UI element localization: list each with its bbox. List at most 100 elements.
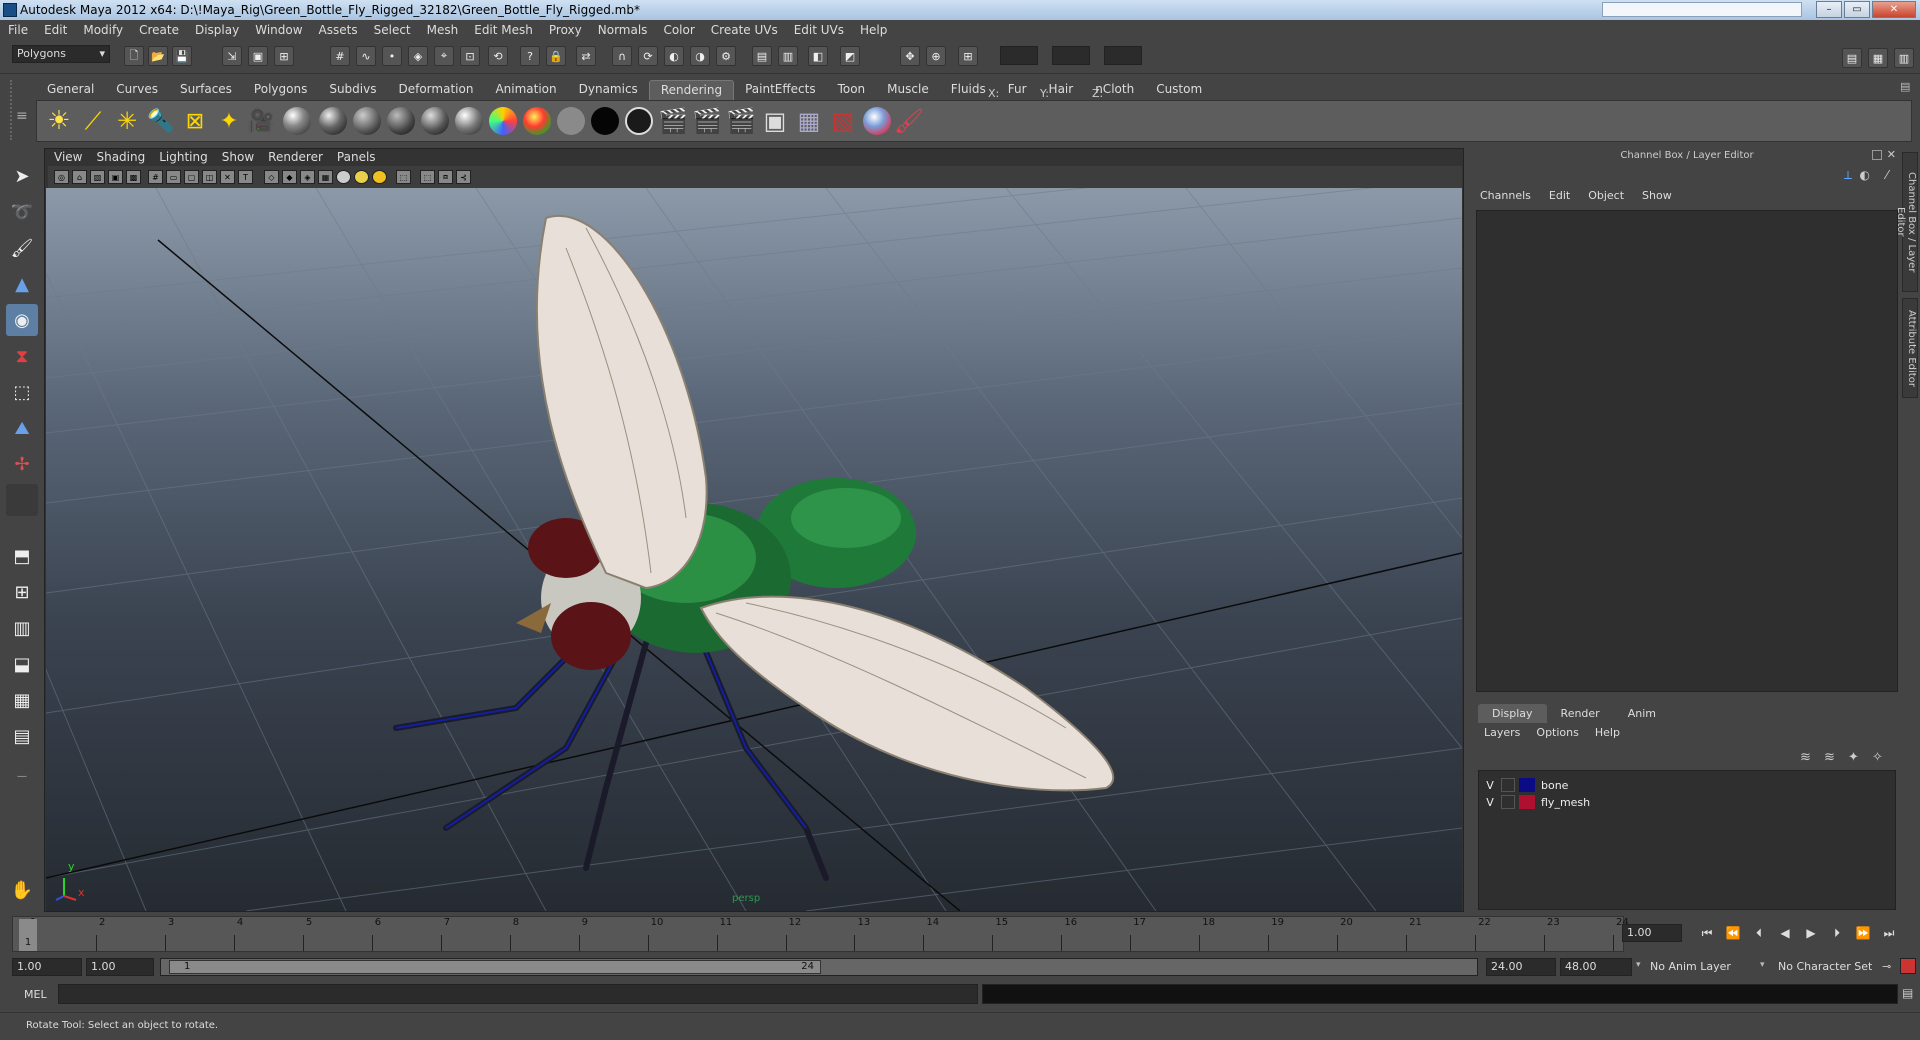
outliner-persp-layout-icon[interactable]: ▥	[6, 612, 38, 644]
last-tool-icon[interactable]	[6, 484, 38, 516]
spot-light-icon[interactable]: 🔦	[145, 105, 177, 137]
ambient-light-icon[interactable]: ☀	[43, 105, 75, 137]
black-shader-icon[interactable]	[589, 105, 621, 137]
clapboard-batch-icon[interactable]: 🎬	[725, 105, 757, 137]
layer-visibility-toggle[interactable]: V	[1479, 779, 1501, 792]
xray-icon[interactable]: T	[238, 170, 253, 184]
menu-window[interactable]: Window	[255, 23, 302, 37]
history-icon[interactable]: ⟲	[488, 46, 508, 66]
animation-end-field[interactable]: 48.00	[1560, 958, 1632, 976]
shadows-icon[interactable]	[372, 170, 387, 184]
layer-menu-help[interactable]: Help	[1595, 726, 1620, 739]
z-field[interactable]	[1104, 46, 1142, 65]
shelf-tab-deformation[interactable]: Deformation	[387, 80, 484, 100]
area-light-icon[interactable]: ⊠	[179, 105, 211, 137]
menu-select[interactable]: Select	[374, 23, 411, 37]
channel-box-menu-object[interactable]: Object	[1588, 189, 1624, 202]
script-editor-icon[interactable]: ▤	[1902, 986, 1913, 1000]
channel-box-menu-edit[interactable]: Edit	[1549, 189, 1570, 202]
character-set-dropdown[interactable]: No Character Set	[1774, 958, 1884, 976]
more-layouts-icon[interactable]: —	[6, 760, 38, 792]
anim-layer-dropdown[interactable]: No Anim Layer	[1646, 958, 1760, 976]
paint-select-tool-icon[interactable]: 🖌	[6, 232, 38, 264]
smooth-shade-icon[interactable]: ◆	[282, 170, 297, 184]
frame-all-icon[interactable]: ⬚	[420, 170, 435, 184]
menu-create[interactable]: Create	[139, 23, 179, 37]
menu-modify[interactable]: Modify	[83, 23, 123, 37]
scale-tool-icon[interactable]: ⧗	[6, 340, 38, 372]
close-panel-icon[interactable]: ✕	[1887, 148, 1896, 161]
four-view-layout-icon[interactable]: ⊞	[6, 576, 38, 608]
rotate-tool-icon[interactable]: ◉	[6, 304, 38, 336]
close-button[interactable]: ✕	[1872, 1, 1916, 18]
shelf-menu-icon[interactable]: ≡	[16, 108, 28, 124]
menu-edit-uvs[interactable]: Edit UVs	[794, 23, 844, 37]
all-lights-icon[interactable]	[354, 170, 369, 184]
quick-layout-icon[interactable]: ✋	[6, 874, 38, 906]
lock-icon[interactable]: 🔒	[546, 46, 566, 66]
use-background-icon[interactable]	[555, 105, 587, 137]
layered-shader-icon[interactable]	[453, 105, 485, 137]
panel-menu-view[interactable]: View	[54, 150, 82, 166]
minimize-button[interactable]: –	[1816, 1, 1842, 18]
save-scene-icon[interactable]: 💾	[172, 46, 192, 66]
menu-assets[interactable]: Assets	[319, 23, 358, 37]
shelf-tab-subdivs[interactable]: Subdivs	[318, 80, 387, 100]
layer-move-up-icon[interactable]: ≋	[1800, 750, 1811, 765]
transform-mode-icon[interactable]: ✥	[900, 46, 920, 66]
menu-color[interactable]: Color	[663, 23, 694, 37]
x-field[interactable]	[1000, 46, 1038, 65]
move-tool-icon[interactable]: ▲	[6, 268, 38, 300]
ramp-shader-icon[interactable]	[487, 105, 519, 137]
render-view-shelf-icon[interactable]: ▣	[759, 105, 791, 137]
panel-menu-shading[interactable]: Shading	[96, 150, 145, 166]
shelf-tab-polygons[interactable]: Polygons	[243, 80, 318, 100]
channel-box-body[interactable]	[1476, 210, 1898, 692]
y-field[interactable]	[1052, 46, 1090, 65]
white-shader-icon[interactable]	[623, 105, 655, 137]
command-input[interactable]	[58, 984, 978, 1004]
float-panel-icon[interactable]	[1872, 150, 1882, 160]
graph-editor-icon[interactable]: ◩	[840, 46, 860, 66]
directional-light-icon[interactable]: ⟋	[77, 105, 109, 137]
shelf-tab-toon[interactable]: Toon	[827, 80, 877, 100]
soft-modification-icon[interactable]: ⛰	[6, 412, 38, 444]
hypershade-persp-layout-icon[interactable]: ▦	[6, 684, 38, 716]
menu-edit[interactable]: Edit	[44, 23, 67, 37]
film-gate-icon[interactable]: ▣	[108, 170, 123, 184]
help-search-input[interactable]	[1602, 2, 1802, 17]
playback-start-field[interactable]: 1.00	[86, 958, 154, 976]
shelf-tab-hair[interactable]: Hair	[1038, 80, 1085, 100]
shelf-tab-fluids[interactable]: Fluids	[940, 80, 997, 100]
safe-title-icon[interactable]: ▢	[184, 170, 199, 184]
snap-point-icon[interactable]: •	[382, 46, 402, 66]
shelf-tab-muscle[interactable]: Muscle	[876, 80, 940, 100]
grid-toggle-icon[interactable]: #	[148, 170, 163, 184]
layer-color-swatch[interactable]	[1519, 778, 1535, 792]
auto-key-icon[interactable]: ⊸	[1882, 960, 1891, 973]
point-light-icon[interactable]: ✳	[111, 105, 143, 137]
go-to-start-icon[interactable]: ⏮	[1696, 924, 1718, 942]
new-scene-icon[interactable]: 🗋	[124, 46, 144, 66]
hypershade-icon[interactable]: ▤	[752, 46, 772, 66]
range-slider[interactable]: 1 24	[160, 958, 1478, 976]
display-toggle-icon[interactable]: ◧	[808, 46, 828, 66]
step-forward-frame-icon[interactable]: ⏵	[1826, 924, 1848, 942]
render-view-icon[interactable]: ▥	[778, 46, 798, 66]
show-manipulator-icon[interactable]: ✢	[6, 448, 38, 480]
camera-icon[interactable]: 🎥	[245, 105, 277, 137]
ipr-render-icon[interactable]: ◑	[690, 46, 710, 66]
show-channel-box-icon[interactable]: ▥	[1894, 48, 1914, 68]
blinn-material-icon[interactable]	[281, 105, 313, 137]
lasso-tool-icon[interactable]: ➰	[6, 196, 38, 228]
single-perspective-layout-icon[interactable]: ⬒	[6, 540, 38, 572]
layer-color-swatch[interactable]	[1519, 795, 1535, 809]
shelf-tab-surfaces[interactable]: Surfaces	[169, 80, 243, 100]
channel-box-menu-show[interactable]: Show	[1642, 189, 1672, 202]
snap-grid-icon[interactable]: #	[330, 46, 350, 66]
select-component-icon[interactable]: ⊞	[274, 46, 294, 66]
shelf-tab-dynamics[interactable]: Dynamics	[568, 80, 649, 100]
hyperbolic-icon[interactable]: ⁄	[1886, 168, 1888, 182]
render-layer-icon[interactable]: ▧	[827, 105, 859, 137]
resolution-gate-icon[interactable]: ▩	[126, 170, 141, 184]
